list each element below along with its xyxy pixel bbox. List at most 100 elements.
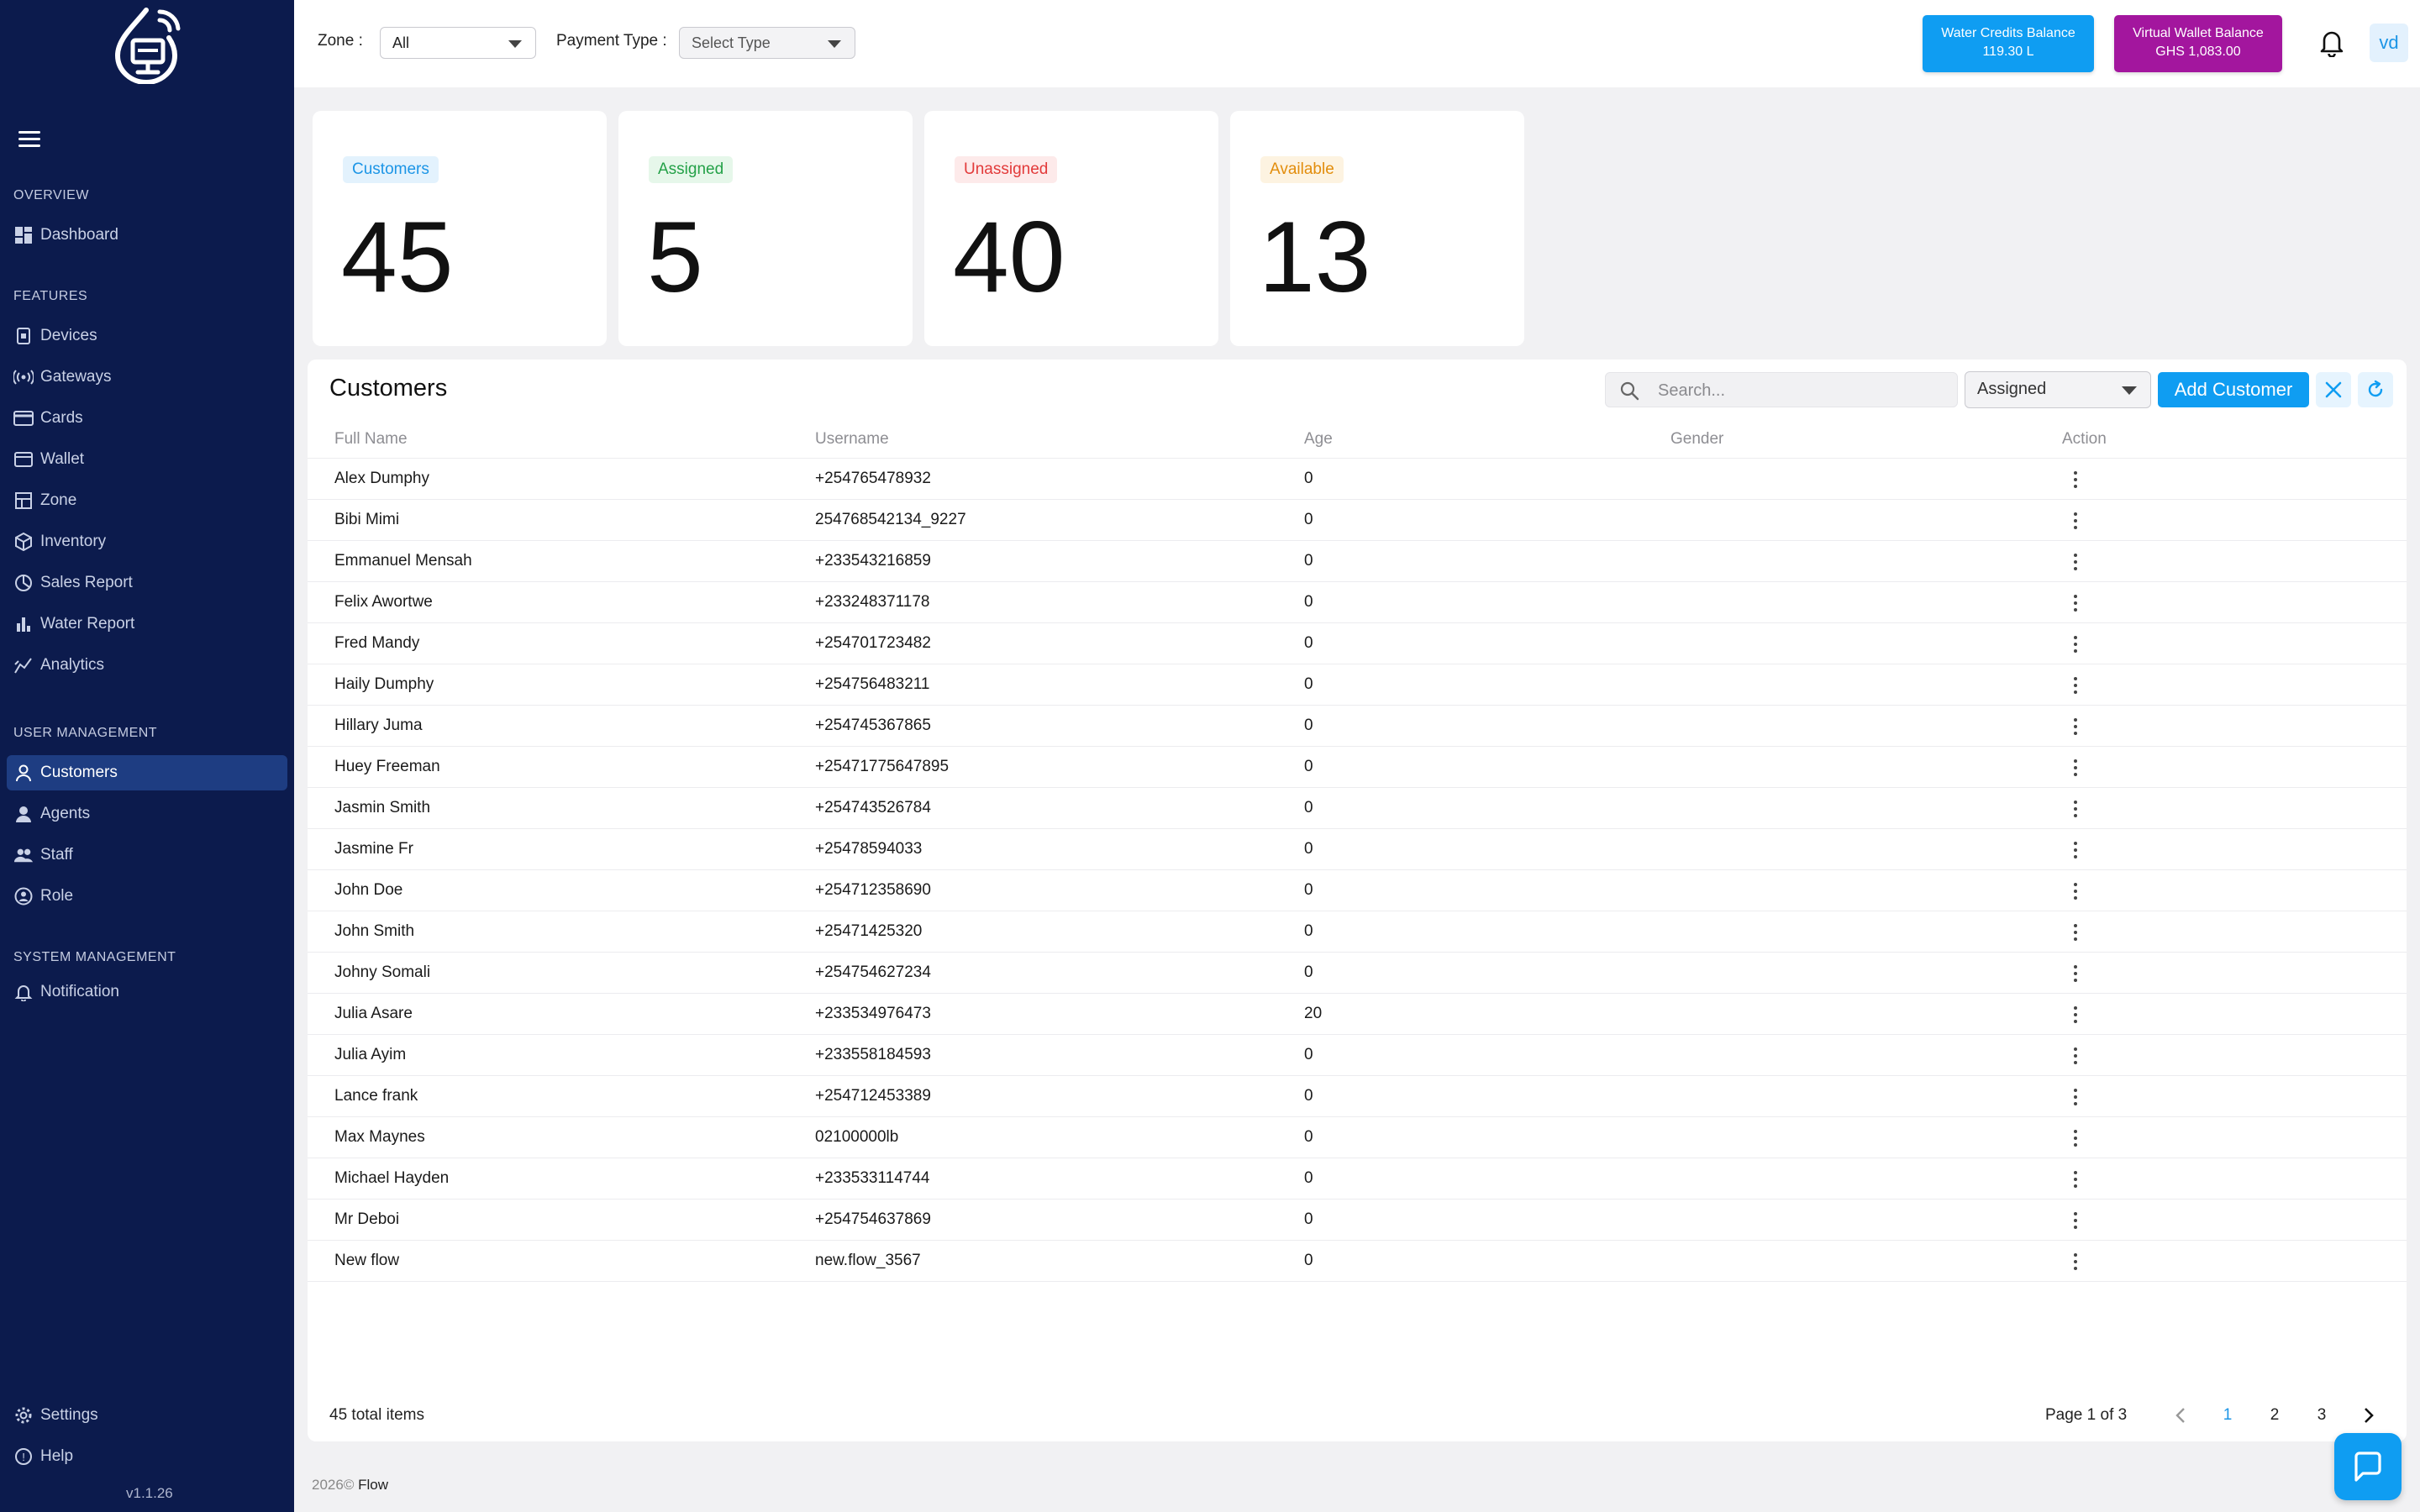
notification-bell-icon[interactable] (2319, 29, 2344, 57)
add-customer-button[interactable]: Add Customer (2158, 372, 2309, 407)
table-row[interactable]: Felix Awortwe +233248371178 0 (308, 582, 2407, 623)
stat-value: 45 (341, 201, 454, 313)
assignment-status-select[interactable]: Assigned (1965, 371, 2151, 408)
sidebar-item-label: Inventory (40, 533, 107, 550)
page-button-2[interactable]: 2 (2260, 1401, 2289, 1430)
sidebar-item-zone[interactable]: Zone (7, 483, 287, 518)
cell-age: 0 (1304, 1210, 1313, 1228)
table-row[interactable]: John Doe +254712358690 0 (308, 870, 2407, 911)
menu-toggle-icon[interactable] (18, 131, 40, 148)
sidebar-item-customers[interactable]: Customers (7, 755, 287, 790)
page-button-3[interactable]: 3 (2307, 1401, 2336, 1430)
payment-type-select[interactable]: Select Type (679, 27, 855, 59)
table-row[interactable]: Julia Ayim +233558184593 0 (308, 1035, 2407, 1076)
row-actions-kebab-icon[interactable] (2067, 634, 2084, 654)
row-actions-kebab-icon[interactable] (2067, 675, 2084, 696)
row-actions-kebab-icon[interactable] (2067, 552, 2084, 572)
sidebar-item-agents[interactable]: Agents (7, 796, 287, 832)
sidebar-item-label: Staff (40, 846, 73, 864)
row-actions-kebab-icon[interactable] (2067, 840, 2084, 860)
sidebar-item-cards[interactable]: Cards (7, 401, 287, 436)
stat-card-assigned: Assigned 5 (618, 111, 913, 346)
table-row[interactable]: Max Maynes 02100000lb 0 (308, 1117, 2407, 1158)
sidebar-item-dashboard[interactable]: Dashboard (7, 218, 287, 253)
row-actions-kebab-icon[interactable] (2067, 717, 2084, 737)
caret-down-icon (508, 40, 522, 48)
cell-username: +254754627234 (815, 963, 931, 981)
water-credits-title: Water Credits Balance (1941, 26, 2075, 40)
sidebar-item-analytics[interactable]: Analytics (7, 648, 287, 683)
stat-card-available: Available 13 (1230, 111, 1524, 346)
page-button-1[interactable]: 1 (2213, 1401, 2242, 1430)
close-icon (2325, 381, 2342, 398)
table-row[interactable]: Bibi Mimi 254768542134_9227 0 (308, 500, 2407, 541)
table-row[interactable]: Emmanuel Mensah +233543216859 0 (308, 541, 2407, 582)
water-credits-balance[interactable]: Water Credits Balance 119.30 L (1923, 15, 2094, 72)
virtual-wallet-balance[interactable]: Virtual Wallet Balance GHS 1,083.00 (2114, 15, 2282, 72)
sidebar-item-sales-report[interactable]: Sales Report (7, 565, 287, 601)
sidebar-item-inventory[interactable]: Inventory (7, 524, 287, 559)
cell-username: +233543216859 (815, 552, 931, 570)
sidebar-item-devices[interactable]: Devices (7, 318, 287, 354)
analytics-icon (13, 655, 34, 675)
row-actions-kebab-icon[interactable] (2067, 511, 2084, 531)
sidebar-item-gateways[interactable]: Gateways (7, 360, 287, 395)
zone-select[interactable]: All (380, 27, 536, 59)
user-avatar[interactable]: vd (2370, 24, 2408, 62)
prev-page-button[interactable] (2166, 1401, 2195, 1430)
footer-brand[interactable]: Flow (358, 1477, 388, 1493)
row-actions-kebab-icon[interactable] (2067, 1046, 2084, 1066)
cell-full-name: Haily Dumphy (334, 675, 434, 693)
chat-button[interactable] (2334, 1433, 2402, 1500)
section-label-overview: OVERVIEW (13, 188, 89, 202)
next-page-button[interactable] (2354, 1401, 2383, 1430)
cell-full-name: Bibi Mimi (334, 511, 400, 528)
cell-age: 0 (1304, 470, 1313, 487)
cell-full-name: Michael Hayden (334, 1169, 450, 1187)
sidebar-item-role[interactable]: Role (7, 879, 287, 914)
table-row[interactable]: Huey Freeman +25471775647895 0 (308, 747, 2407, 788)
cell-username: +25478594033 (815, 840, 923, 858)
sidebar-item-staff[interactable]: Staff (7, 837, 287, 873)
sidebar-item-help[interactable]: ! Help (7, 1439, 287, 1474)
row-actions-kebab-icon[interactable] (2067, 1252, 2084, 1272)
sidebar-item-settings[interactable]: Settings (7, 1398, 287, 1433)
sidebar-item-water-report[interactable]: Water Report (7, 606, 287, 642)
row-actions-kebab-icon[interactable] (2067, 1169, 2084, 1189)
staff-icon (13, 845, 34, 865)
row-actions-kebab-icon[interactable] (2067, 593, 2084, 613)
table-row[interactable]: Jasmine Fr +25478594033 0 (308, 829, 2407, 870)
sidebar-item-notification[interactable]: Notification (7, 974, 287, 1010)
sidebar-item-label: Gateways (40, 368, 112, 386)
table-row[interactable]: Haily Dumphy +254756483211 0 (308, 664, 2407, 706)
row-actions-kebab-icon[interactable] (2067, 881, 2084, 901)
table-row[interactable]: Johny Somali +254754627234 0 (308, 953, 2407, 994)
row-actions-kebab-icon[interactable] (2067, 799, 2084, 819)
table-row[interactable]: Mr Deboi +254754637869 0 (308, 1200, 2407, 1241)
table-row[interactable]: Michael Hayden +233533114744 0 (308, 1158, 2407, 1200)
cell-age: 0 (1304, 922, 1313, 940)
row-actions-kebab-icon[interactable] (2067, 1210, 2084, 1231)
table-row[interactable]: Lance frank +254712453389 0 (308, 1076, 2407, 1117)
sidebar-item-wallet[interactable]: Wallet (7, 442, 287, 477)
sidebar-item-label: Zone (40, 491, 77, 509)
refresh-button[interactable] (2358, 372, 2393, 407)
table-row[interactable]: Jasmin Smith +254743526784 0 (308, 788, 2407, 829)
table-row[interactable]: Julia Asare +233534976473 20 (308, 994, 2407, 1035)
table-row[interactable]: John Smith +25471425320 0 (308, 911, 2407, 953)
clear-filter-button[interactable] (2316, 372, 2351, 407)
row-actions-kebab-icon[interactable] (2067, 922, 2084, 942)
search-input[interactable]: Search... (1605, 372, 1958, 407)
row-actions-kebab-icon[interactable] (2067, 470, 2084, 490)
table-row[interactable]: Hillary Juma +254745367865 0 (308, 706, 2407, 747)
table-row[interactable]: New flow new.flow_3567 0 (308, 1241, 2407, 1282)
row-actions-kebab-icon[interactable] (2067, 1005, 2084, 1025)
table-row[interactable]: Fred Mandy +254701723482 0 (308, 623, 2407, 664)
row-actions-kebab-icon[interactable] (2067, 1128, 2084, 1148)
cell-username: +254756483211 (815, 675, 930, 693)
table-row[interactable]: Alex Dumphy +254765478932 0 (308, 459, 2407, 500)
row-actions-kebab-icon[interactable] (2067, 1087, 2084, 1107)
row-actions-kebab-icon[interactable] (2067, 758, 2084, 778)
stat-value: 13 (1259, 201, 1371, 313)
row-actions-kebab-icon[interactable] (2067, 963, 2084, 984)
